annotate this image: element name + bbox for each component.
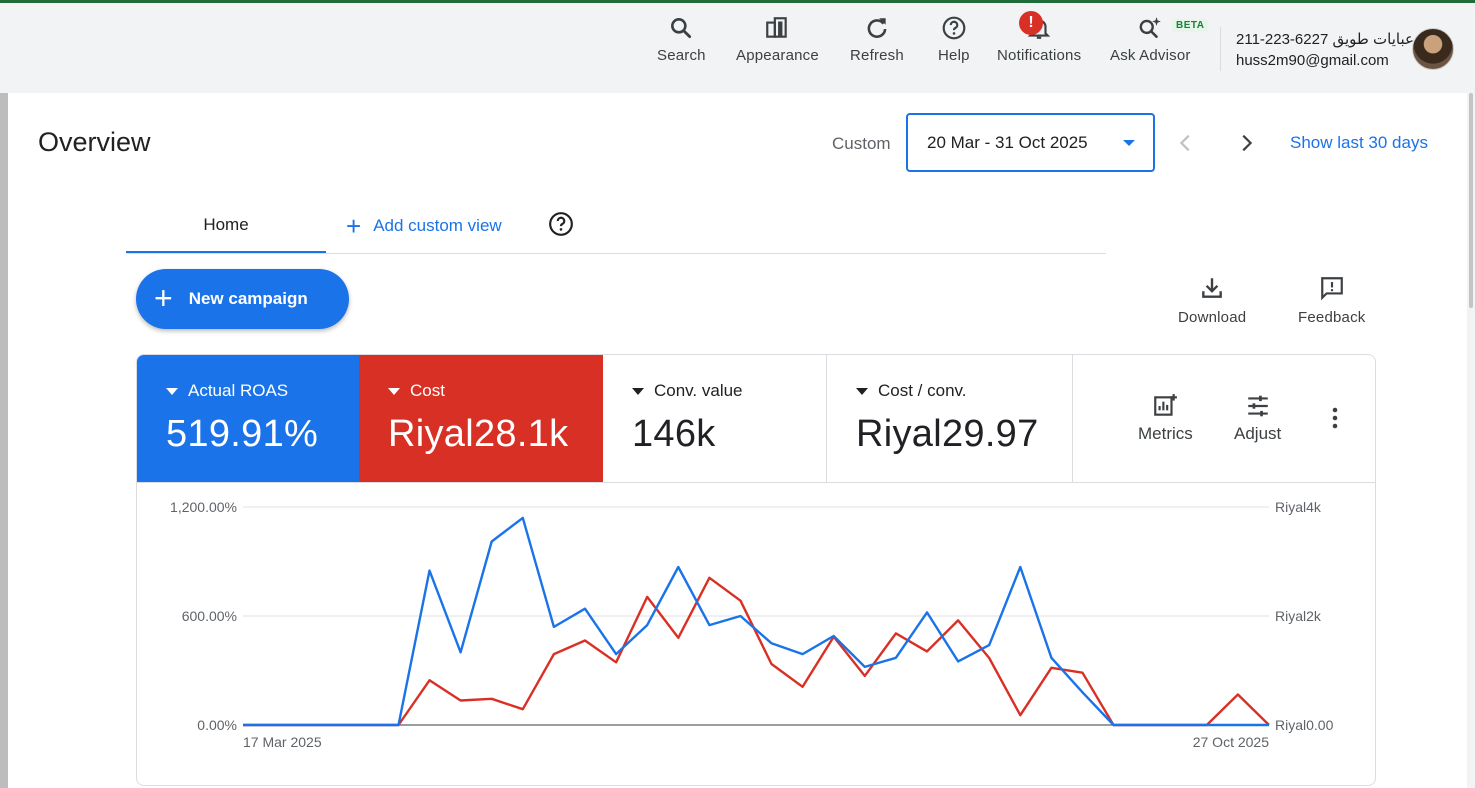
help-icon[interactable]	[548, 211, 574, 237]
search-icon	[671, 18, 692, 39]
dropdown-triangle-icon	[388, 387, 400, 395]
kpi-cost-per-conv-value: Riyal29.97	[856, 413, 1039, 455]
appearance-label: Appearance	[736, 47, 819, 64]
date-range-value: 20 Mar - 31 Oct 2025	[927, 132, 1088, 152]
kpi-name: Conv. value	[632, 381, 743, 401]
new-campaign-button[interactable]: + New campaign	[136, 269, 349, 329]
add-custom-view-label: Add custom view	[373, 216, 502, 235]
refresh-icon	[867, 18, 887, 38]
series-line-actual-roas	[243, 516, 1269, 727]
view-tabs: Home + Add custom view	[126, 199, 1106, 254]
dropdown-triangle-icon	[856, 387, 868, 395]
download-button[interactable]: Download	[1178, 275, 1246, 326]
notification-alert-badge: !	[1019, 11, 1043, 35]
kpi-actual-roas-value: 519.91%	[166, 413, 319, 455]
performance-card: Actual ROAS 519.91% Cost Riyal28.1k Conv…	[136, 354, 1376, 786]
feedback-label: Feedback	[1298, 309, 1366, 326]
kpi-cost-per-conv-label: Cost / conv.	[878, 381, 967, 400]
dropdown-triangle-icon	[632, 387, 644, 395]
kpi-actual-roas-label: Actual ROAS	[188, 381, 289, 400]
chevron-down-icon	[1123, 140, 1135, 146]
download-label: Download	[1178, 309, 1247, 326]
kpi-name: Cost	[388, 381, 445, 401]
new-campaign-label: New campaign	[188, 289, 308, 308]
kpi-cost-value: Riyal28.1k	[388, 413, 569, 455]
date-range-picker[interactable]: 20 Mar - 31 Oct 2025	[906, 113, 1155, 172]
plus-icon: +	[154, 279, 173, 316]
notifications-label: Notifications	[997, 47, 1082, 64]
kpi-conv-value-label: Conv. value	[654, 381, 743, 400]
account-name: 211-223-6227 عبايات طويق	[1236, 31, 1414, 48]
kpi-cost-label: Cost	[410, 381, 445, 400]
notifications-button[interactable]: ! Notifications	[997, 11, 1082, 64]
chevron-left-icon[interactable]	[1175, 132, 1197, 154]
tab-home[interactable]: Home	[126, 199, 326, 253]
right-axis-tick-label: Riyal4k	[1275, 499, 1322, 515]
more-vert-icon[interactable]	[1324, 405, 1346, 431]
search-label: Search	[657, 47, 706, 64]
feedback-button[interactable]: Feedback	[1298, 275, 1365, 326]
page-title: Overview	[38, 127, 151, 157]
right-axis-tick-label: Riyal2k	[1275, 608, 1322, 624]
help-label: Help	[938, 47, 970, 64]
left-axis-tick-label: 600.00%	[182, 608, 237, 624]
account-info[interactable]: 211-223-6227 عبايات طويق huss2m90@gmail.…	[1236, 29, 1414, 71]
right-axis-tick-label: Riyal0.00	[1275, 717, 1334, 733]
kpi-cost-per-conv[interactable]: Cost / conv. Riyal29.97	[827, 355, 1073, 482]
chevron-right-icon[interactable]	[1235, 132, 1257, 154]
kpi-conv-value-value: 146k	[632, 413, 716, 455]
date-range-label: Custom	[832, 134, 891, 153]
metrics-button[interactable]: Metrics	[1138, 393, 1193, 444]
beta-badge: BETA	[1172, 19, 1209, 32]
metrics-icon	[1154, 394, 1178, 416]
top-toolbar: Search Appearance Refresh Help ! Notific…	[0, 3, 1475, 93]
series-line-cost	[243, 576, 1270, 727]
metrics-label: Metrics	[1138, 424, 1193, 443]
feedback-icon	[1320, 277, 1343, 301]
scrollbar[interactable]	[1467, 93, 1475, 788]
ask-advisor-label: Ask Advisor	[1110, 47, 1191, 64]
toolbar-divider	[1220, 27, 1221, 71]
advisor-icon	[1139, 17, 1162, 38]
dropdown-triangle-icon	[166, 387, 178, 395]
performance-chart[interactable]: 0.00% Riyal0.00 600.00% Riyal2k 1,200.00% Riy…	[137, 483, 1376, 786]
x-axis-start-label: 17 Mar 2025	[243, 734, 322, 750]
add-custom-view-button[interactable]: + Add custom view	[346, 199, 502, 253]
left-rail	[0, 93, 8, 788]
avatar[interactable]	[1412, 28, 1454, 70]
scrollbar-thumb[interactable]	[1469, 93, 1473, 308]
kpi-name: Cost / conv.	[856, 381, 967, 401]
help-button[interactable]: Help	[938, 15, 970, 64]
kpi-conv-value[interactable]: Conv. value 146k	[603, 355, 827, 482]
account-email: huss2m90@gmail.com	[1236, 52, 1389, 69]
left-axis-tick-label: 1,200.00%	[170, 499, 237, 515]
adjust-label: Adjust	[1234, 424, 1282, 443]
search-button[interactable]: Search	[657, 15, 706, 64]
kpi-name: Actual ROAS	[166, 381, 288, 401]
left-axis-tick-label: 0.00%	[197, 717, 237, 733]
show-last-30-days-link[interactable]: Show last 30 days	[1290, 133, 1428, 153]
appearance-icon	[766, 17, 788, 38]
refresh-button[interactable]: Refresh	[850, 15, 904, 64]
refresh-label: Refresh	[850, 47, 904, 64]
appearance-button[interactable]: Appearance	[736, 15, 819, 64]
adjust-icon	[1247, 395, 1268, 417]
x-axis-end-label: 27 Oct 2025	[1193, 734, 1269, 750]
help-icon	[942, 16, 966, 40]
download-icon	[1202, 278, 1223, 298]
kpi-cost[interactable]: Cost Riyal28.1k	[359, 355, 603, 482]
ask-advisor-button[interactable]: BETA Ask Advisor	[1110, 15, 1209, 64]
plus-icon: +	[346, 211, 362, 241]
kpi-actual-roas[interactable]: Actual ROAS 519.91%	[137, 355, 359, 482]
adjust-button[interactable]: Adjust	[1234, 393, 1281, 444]
